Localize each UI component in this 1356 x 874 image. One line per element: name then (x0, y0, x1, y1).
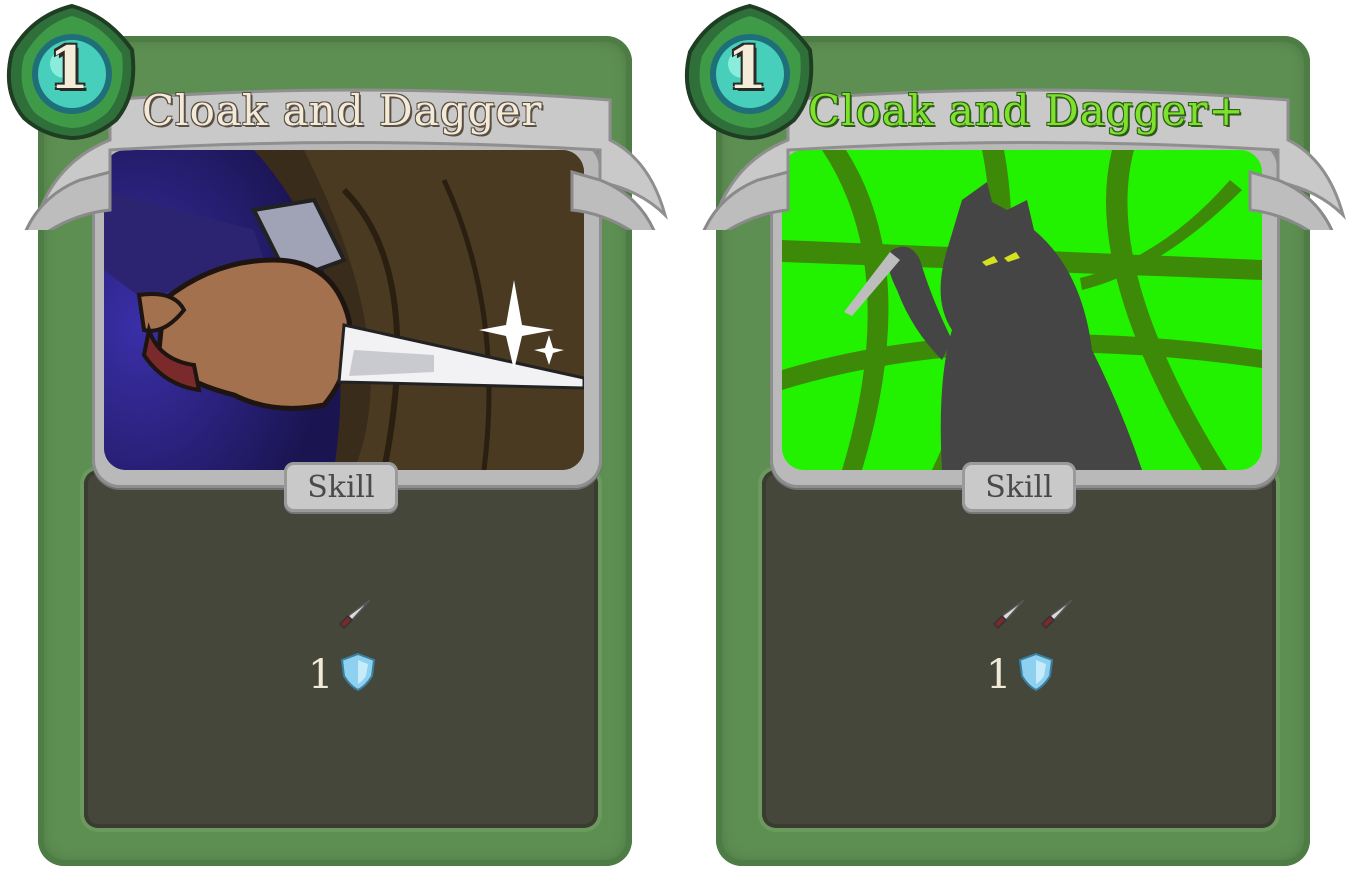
card-type-label: Skill (307, 470, 375, 505)
card-type-label: Skill (985, 470, 1053, 505)
dagger-icon (992, 599, 1025, 630)
block-shield-icon (1018, 652, 1054, 692)
energy-cost: 1 (48, 34, 90, 102)
card-title: Cloak and Dagger (142, 86, 543, 135)
dagger-icon (1040, 599, 1073, 630)
block-value: 1 (308, 652, 334, 698)
energy-cost: 1 (726, 34, 768, 102)
card-cloak-and-dagger[interactable]: Cloak and Dagger 1 Skill 1 (0, 0, 680, 874)
block-value: 1 (986, 652, 1012, 698)
card-cloak-and-dagger-upgraded[interactable]: Cloak and Dagger+ 1 Skill 1 (678, 0, 1356, 874)
description-panel (762, 470, 1276, 828)
block-shield-icon (340, 652, 376, 692)
description-panel (84, 470, 598, 828)
dagger-icon (338, 599, 371, 630)
card-title: Cloak and Dagger+ (808, 86, 1245, 135)
